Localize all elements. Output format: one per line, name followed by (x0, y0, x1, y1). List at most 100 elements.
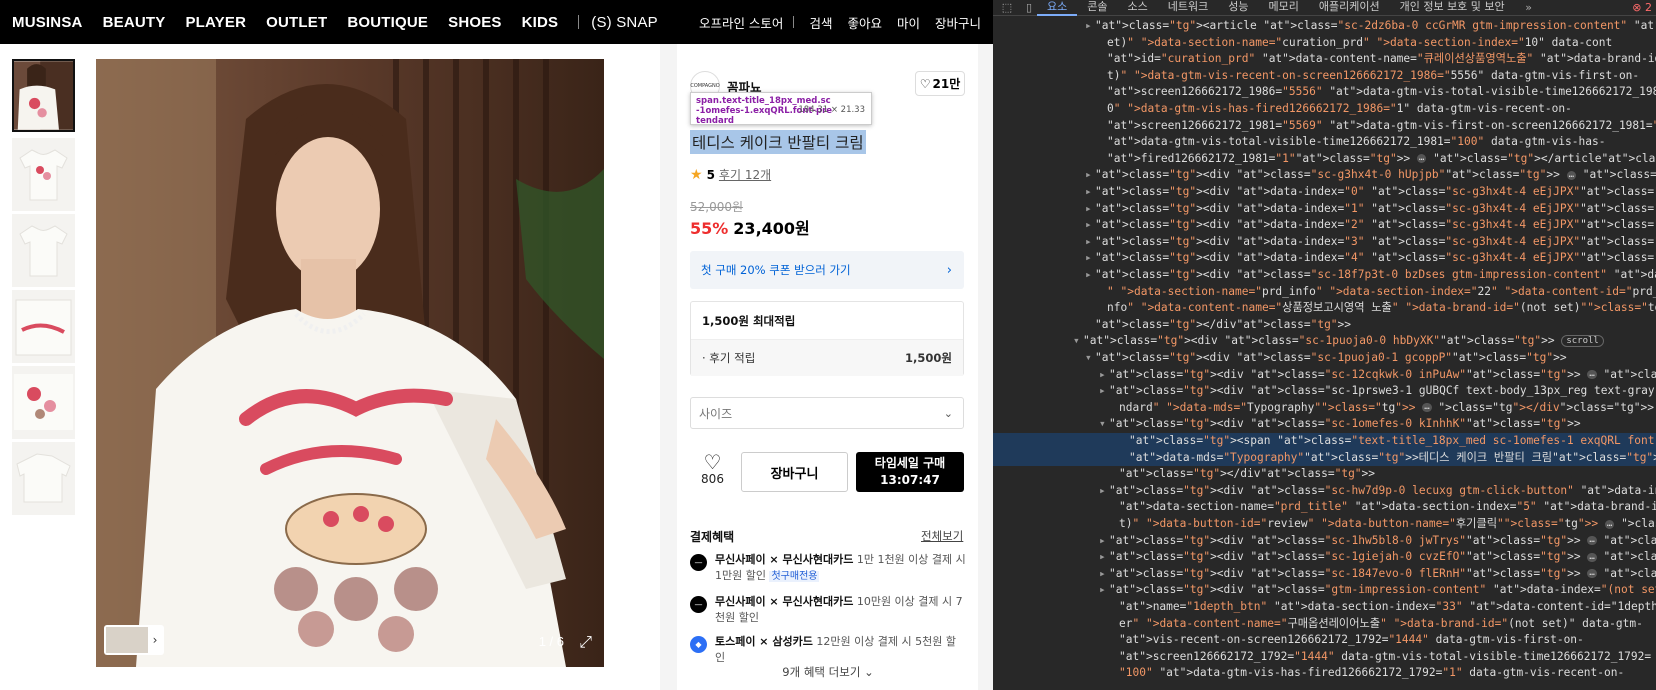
thumbnail-5[interactable] (12, 366, 75, 439)
expand-icon[interactable]: ⤢ (579, 632, 592, 652)
dom-line[interactable]: " ">data-section-name="prd_info" ">data-… (993, 284, 1656, 301)
benefits-view-all-link[interactable]: 전체보기 (921, 528, 963, 544)
expand-arrow-icon[interactable]: ▸ (1099, 566, 1109, 583)
thumbnail-1[interactable] (12, 59, 75, 132)
nav-item-snap[interactable]: (S) SNAP (591, 14, 658, 31)
dom-line[interactable]: "at">class="tg"></div"at">class="tg">> (993, 317, 1656, 334)
dom-line[interactable]: "at">id="curation_prd" "at">data-content… (993, 51, 1656, 68)
search-link[interactable]: 검색 (809, 13, 832, 32)
like-toggle[interactable]: ♡ 806 (690, 452, 735, 492)
expand-arrow-icon[interactable]: ▸ (1085, 217, 1095, 234)
dom-line[interactable]: ▸ "at">class="tg"><article "at">class="sc… (993, 18, 1656, 35)
dom-line[interactable]: ▸ "at">class="tg"><div "at">class="sc-18f… (993, 267, 1656, 284)
expand-arrow-icon[interactable]: ▸ (1085, 250, 1095, 267)
tab-network[interactable]: 네트워크 (1158, 0, 1218, 16)
inspect-element-icon[interactable]: ⬚ (999, 1, 1015, 14)
nav-item-kids[interactable]: KIDS (522, 14, 559, 31)
tab-memory[interactable]: 메모리 (1258, 0, 1308, 16)
tab-application[interactable]: 애플리케이션 (1309, 0, 1390, 16)
dom-line[interactable]: ndard" ">data-mds="Typography"">class="t… (993, 400, 1656, 417)
dom-line[interactable]: "at">class="tg"><span "at">class="text-t… (993, 433, 1656, 450)
dom-line[interactable]: "at">vis-recent-on-screen126662172_1792=… (993, 632, 1656, 649)
expand-arrow-icon[interactable]: ▸ (1099, 582, 1109, 599)
device-toolbar-icon[interactable]: ▯ (1021, 1, 1037, 14)
dom-line[interactable]: ▸ "at">class="tg"><div "at">class="sc-1hw… (993, 533, 1656, 550)
tab-privacy-security[interactable]: 개인 정보 보호 및 보안 (1390, 0, 1515, 16)
dom-line[interactable]: "at">data-mds="Typography""at">class="tg… (993, 449, 1656, 467)
my-page-link[interactable]: 마이 (897, 13, 920, 32)
likes-link[interactable]: 좋아요 (847, 13, 882, 32)
expand-arrow-icon[interactable]: ▸ (1099, 549, 1109, 566)
offline-store-link[interactable]: 오프라인 스토어 (699, 13, 783, 32)
dom-line[interactable]: ▸ "at">class="tg"><div "at">class="sc-12c… (993, 367, 1656, 384)
dom-line[interactable]: 0" ">data-gtm-vis-has-fired126662172_198… (993, 101, 1656, 118)
thumbnail-4[interactable] (12, 290, 75, 363)
dom-line[interactable]: ▸ "at">class="tg"><div "at">data-index="0… (993, 184, 1656, 201)
nav-item-musinsa[interactable]: MUSINSA (12, 14, 83, 31)
expand-arrow-icon[interactable]: ▸ (1085, 167, 1095, 184)
more-tabs-icon[interactable]: » (1521, 1, 1537, 14)
error-count-badge[interactable]: ⊗ 2 (1632, 1, 1652, 14)
expand-arrow-icon[interactable]: ▸ (1099, 483, 1109, 500)
dom-line[interactable]: ▸ "at">class="tg"><div "at">data-index="4… (993, 250, 1656, 267)
dom-line[interactable]: "at">screen126662172_1792="1444" data-gt… (993, 649, 1656, 666)
dom-line[interactable]: ▾ "at">class="tg"><div "at">class="sc-1om… (993, 416, 1656, 433)
dom-line[interactable]: ▾ "at">class="tg"><div "at">class="sc-1pu… (993, 333, 1656, 350)
timesale-buy-button[interactable]: 타임세일 구매 13:07:47 (856, 452, 964, 492)
expand-arrow-icon[interactable]: ▸ (1085, 18, 1095, 35)
dom-line[interactable]: nfo" ">data-content-name="상품정보고시영역 노출" "… (993, 300, 1656, 317)
expand-arrow-icon[interactable]: ▸ (1085, 201, 1095, 218)
gallery-mini-nav[interactable]: › (104, 625, 164, 655)
dom-line[interactable]: ▸ "at">class="tg"><div "at">class="sc-hw7… (993, 483, 1656, 500)
expand-arrow-icon[interactable]: ▸ (1085, 267, 1095, 284)
thumbnail-2[interactable] (12, 138, 75, 211)
dom-line[interactable]: ▸ "at">class="tg"><div "at">data-index="1… (993, 201, 1656, 218)
nav-item-player[interactable]: PLAYER (185, 14, 246, 31)
dom-line[interactable]: ▸ "at">class="tg"><div "at">data-index="3… (993, 234, 1656, 251)
thumbnail-6[interactable] (12, 442, 75, 515)
nav-item-shoes[interactable]: SHOES (448, 14, 502, 31)
thumbnail-3[interactable] (12, 214, 75, 287)
dom-line[interactable]: "100" "at">data-gtm-vis-has-fired1266621… (993, 665, 1656, 682)
like-button[interactable]: ♡ 21만 (915, 71, 965, 96)
main-product-image[interactable]: › 1 / 6 ⤢ (96, 59, 604, 667)
expand-arrow-icon[interactable]: ▾ (1085, 350, 1095, 367)
dom-line[interactable]: ▸ "at">class="tg"><div "at">class="sc-1pr… (993, 383, 1656, 400)
nav-item-outlet[interactable]: OUTLET (266, 14, 327, 31)
expand-arrow-icon[interactable]: ▸ (1085, 234, 1095, 251)
dom-line[interactable]: t)" ">data-gtm-vis-recent-on-screen12666… (993, 68, 1656, 85)
cart-link[interactable]: 장바구니 (935, 13, 981, 32)
dom-line[interactable]: "at">data-section-name="prd_title" "at">… (993, 499, 1656, 516)
size-select[interactable]: 사이즈 ⌄ (690, 397, 964, 429)
expand-arrow-icon[interactable]: ▾ (1073, 333, 1083, 350)
tab-elements[interactable]: 요소 (1037, 0, 1078, 16)
tab-sources[interactable]: 소스 (1118, 0, 1158, 16)
dom-line[interactable]: ▸ "at">class="tg"><div "at">class="sc-g3h… (993, 167, 1656, 184)
review-link[interactable]: 후기 12개 (719, 166, 771, 183)
dom-line[interactable]: er" ">data-content-name="구매옵션레이어노출" ">da… (993, 616, 1656, 633)
expand-arrow-icon[interactable]: ▾ (1099, 416, 1109, 433)
nav-item-beauty[interactable]: BEAUTY (103, 14, 166, 31)
dom-line[interactable]: "at">screen126662172_1986="5556" "at">da… (993, 84, 1656, 101)
dom-line[interactable]: "at">fired126662172_1981="1""at">class="… (993, 151, 1656, 168)
dom-line[interactable]: ▸ "at">class="tg"><div "at">class="sc-184… (993, 566, 1656, 583)
dom-line[interactable]: ▸ "at">class="tg"><div "at">class="sc-1gi… (993, 549, 1656, 566)
expand-arrow-icon[interactable]: ▸ (1099, 383, 1109, 400)
dom-line[interactable]: ▾ "at">class="tg"><div "at">class="sc-1pu… (993, 350, 1656, 367)
dom-line[interactable]: "at">screen126662172_1981="5569" "at">da… (993, 118, 1656, 135)
dom-line[interactable]: ▸ "at">class="tg"><div "at">data-index="2… (993, 217, 1656, 234)
nav-item-boutique[interactable]: BOUTIQUE (347, 14, 428, 31)
coupon-banner[interactable]: 첫 구매 20% 쿠폰 받으러 가기 › (690, 251, 964, 289)
dom-line[interactable]: et)" ">data-section-name="curation_prd" … (993, 35, 1656, 52)
more-benefits-button[interactable]: 9개 혜택 더보기 ⌄ (690, 664, 966, 680)
dom-line[interactable]: "at">name="1depth_btn" "at">data-section… (993, 599, 1656, 616)
dom-line[interactable]: "at">class="tg"></div"at">class="tg">> (993, 466, 1656, 483)
tab-performance[interactable]: 성능 (1218, 0, 1258, 16)
expand-arrow-icon[interactable]: ▸ (1099, 533, 1109, 550)
dom-line[interactable]: ▸ "at">class="tg"><div "at">class="gtm-im… (993, 582, 1656, 599)
expand-arrow-icon[interactable]: ▸ (1099, 367, 1109, 384)
dom-line[interactable]: t)" ">data-button-id="review" ">data-but… (993, 516, 1656, 533)
tab-console[interactable]: 콘솔 (1077, 0, 1117, 16)
add-to-cart-button[interactable]: 장바구니 (741, 452, 848, 492)
dom-line[interactable]: "at">data-gtm-vis-total-visible-time1266… (993, 134, 1656, 151)
